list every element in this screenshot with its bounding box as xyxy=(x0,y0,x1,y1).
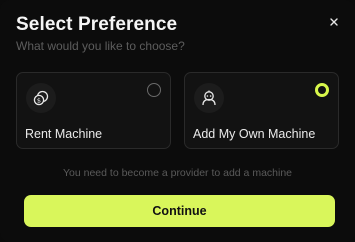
dialog-subtitle: What would you like to choose? xyxy=(16,39,185,53)
rent-machine-radio[interactable] xyxy=(147,83,161,97)
provider-notice: You need to become a provider to add a m… xyxy=(62,167,293,179)
option-label-add-own-machine: Add My Own Machine xyxy=(193,127,316,141)
coins-icon: $ xyxy=(26,83,56,113)
select-preference-dialog: Select Preference What would you like to… xyxy=(0,0,355,242)
add-own-machine-radio[interactable] xyxy=(315,83,329,97)
continue-button[interactable]: Continue xyxy=(24,195,335,227)
robot-icon xyxy=(194,83,224,113)
option-card-rent-machine[interactable]: $ Rent Machine xyxy=(16,72,171,149)
svg-text:$: $ xyxy=(37,96,41,104)
dialog-title: Select Preference xyxy=(16,14,178,35)
option-card-add-own-machine[interactable]: Add My Own Machine xyxy=(184,72,339,149)
close-icon[interactable] xyxy=(326,14,342,30)
option-label-rent-machine: Rent Machine xyxy=(25,127,103,141)
